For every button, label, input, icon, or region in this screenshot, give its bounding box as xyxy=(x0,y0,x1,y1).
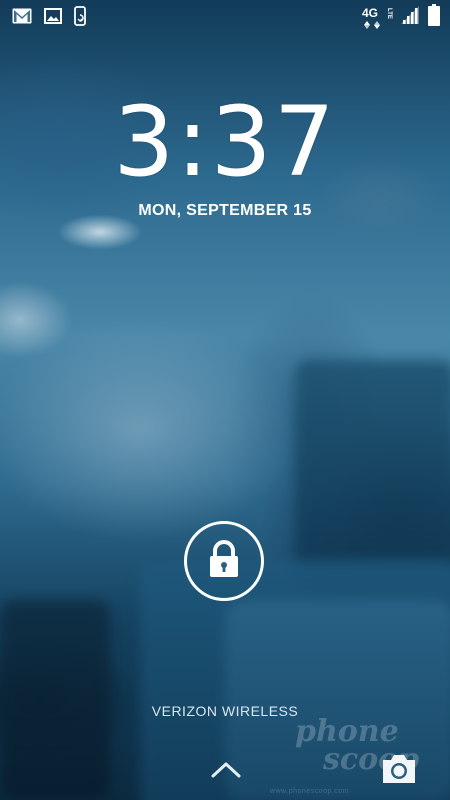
lockscreen-date: MON, SEPTEMBER 15 xyxy=(138,202,312,219)
gallery-icon xyxy=(44,8,62,29)
network-4g-lte-icon: 4G LTE xyxy=(362,7,392,29)
watermark-footer: www.phonescoop.com xyxy=(270,788,350,795)
signal-strength-icon xyxy=(400,5,420,30)
camera-shortcut-button[interactable] xyxy=(380,752,418,786)
camera-icon xyxy=(380,755,418,790)
network-subtype-label: LTE xyxy=(386,7,392,19)
chevron-up-icon xyxy=(210,762,242,784)
swipe-up-handle[interactable] xyxy=(210,758,242,780)
padlock-icon xyxy=(207,539,241,583)
clock-time: 3:37 xyxy=(113,86,337,198)
phone-sync-icon xyxy=(74,6,88,31)
lockscreen-clock: 3:37 xyxy=(0,92,450,192)
network-type-label: 4G xyxy=(362,5,379,20)
gmail-icon xyxy=(12,8,32,29)
carrier-label: VERIZON WIRELESS xyxy=(151,703,299,719)
unlock-button[interactable] xyxy=(184,521,264,601)
wallpaper-seat-shape xyxy=(0,600,110,800)
system-icons: 4G LTE xyxy=(362,4,440,31)
lock-screen: 4G LTE 3:37 MON, SEPTEMBER 15 VERIZON WI… xyxy=(0,0,450,800)
battery-icon xyxy=(428,4,440,31)
status-bar: 4G LTE xyxy=(0,0,450,30)
wallpaper-seat-shape xyxy=(295,360,450,590)
notification-icons xyxy=(12,6,88,31)
